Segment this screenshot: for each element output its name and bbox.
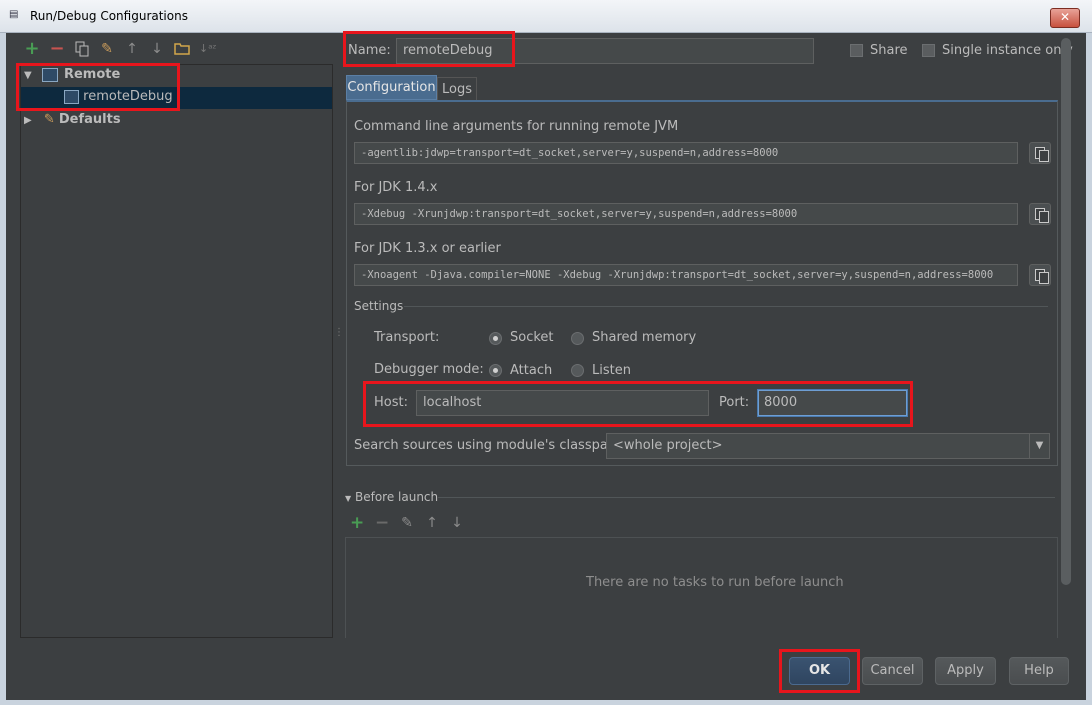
remove-icon[interactable]: − (49, 40, 65, 58)
move-task-up-icon[interactable]: ↑ (425, 515, 439, 531)
window-frame-left (0, 33, 6, 705)
vertical-scrollbar[interactable] (1061, 38, 1071, 585)
window-title: Run/Debug Configurations (30, 9, 188, 23)
search-sources-select[interactable]: <whole project> (606, 433, 1050, 459)
copy-icon[interactable] (74, 41, 90, 57)
search-sources-label: Search sources using module's classpath: (354, 438, 626, 453)
highlight-box-host-port (363, 381, 913, 427)
before-launch-label: Before launch (354, 490, 439, 504)
search-sources-value: <whole project> (613, 438, 723, 453)
jdk14-field[interactable]: -Xdebug -Xrunjdwp:transport=dt_socket,se… (354, 203, 1018, 225)
add-icon[interactable]: + (24, 40, 40, 58)
debugger-listen-radio[interactable] (571, 364, 584, 377)
window-frame-bottom (0, 700, 1092, 705)
splitter-handle[interactable]: ⋮ (334, 328, 344, 346)
jdk13-field[interactable]: -Xnoagent -Djava.compiler=NONE -Xdebug -… (354, 264, 1018, 286)
move-down-icon[interactable]: ↓ (149, 41, 165, 57)
close-button[interactable]: ✕ (1050, 8, 1080, 28)
tree-item-defaults[interactable]: ▶ ✎ Defaults (24, 109, 121, 131)
single-instance-checkbox[interactable] (922, 44, 935, 57)
debugger-attach-radio[interactable] (489, 364, 502, 377)
remove-task-icon[interactable]: − (375, 515, 389, 532)
share-label: Share (870, 43, 908, 58)
copy-cmd-button[interactable] (1029, 142, 1051, 164)
tab-configuration[interactable]: Configuration (346, 75, 437, 100)
debugger-listen-label: Listen (592, 363, 631, 378)
cmd-args-label: Command line arguments for running remot… (354, 119, 679, 134)
chevron-down-icon[interactable]: ▼ (1029, 434, 1049, 458)
move-task-down-icon[interactable]: ↓ (450, 515, 464, 531)
apply-button[interactable]: Apply (935, 657, 996, 685)
transport-socket-label: Socket (510, 330, 554, 345)
jdk14-label: For JDK 1.4.x (354, 180, 438, 195)
move-up-icon[interactable]: ↑ (124, 41, 140, 57)
debugger-attach-label: Attach (510, 363, 553, 378)
intellij-app-icon: ▤ (9, 9, 19, 20)
wrench-icon: ✎ (43, 112, 55, 127)
before-launch-empty-text: There are no tasks to run before launch (586, 575, 844, 590)
before-launch-separator (438, 497, 1055, 498)
transport-label: Transport: (374, 330, 440, 345)
collapse-arrow-icon[interactable]: ▶ (24, 115, 32, 126)
title-bar: ▤ Run/Debug Configurations ✕ (0, 0, 1092, 33)
settings-label: Settings (354, 299, 404, 313)
tree-item-defaults-label: Defaults (58, 112, 121, 127)
collapse-arrow-icon[interactable]: ▼ (345, 494, 351, 503)
jdk13-label: For JDK 1.3.x or earlier (354, 241, 501, 256)
highlight-box-ok (779, 649, 860, 693)
folder-icon[interactable] (174, 41, 190, 57)
before-launch-header[interactable]: ▼ Before launch (345, 490, 438, 504)
highlight-box-name (343, 31, 515, 67)
copy-jdk13-button[interactable] (1029, 264, 1051, 286)
highlight-box-tree (16, 63, 180, 111)
window-frame-right (1086, 33, 1092, 705)
settings-separator (404, 306, 1048, 307)
cmd-args-field[interactable]: -agentlib:jdwp=transport=dt_socket,serve… (354, 142, 1018, 164)
debugger-mode-label: Debugger mode: (374, 362, 484, 377)
cancel-button[interactable]: Cancel (862, 657, 923, 685)
add-task-icon[interactable]: + (350, 515, 364, 532)
configuration-tree (20, 64, 333, 638)
edit-defaults-icon[interactable]: ✎ (99, 41, 115, 57)
edit-task-icon[interactable]: ✎ (400, 515, 414, 531)
copy-jdk14-button[interactable] (1029, 203, 1051, 225)
tab-logs[interactable]: Logs (437, 77, 477, 102)
help-button[interactable]: Help (1009, 657, 1069, 685)
transport-shared-memory-radio[interactable] (571, 332, 584, 345)
transport-shared-memory-label: Shared memory (592, 330, 697, 345)
transport-socket-radio[interactable] (489, 332, 502, 345)
single-instance-label: Single instance only (942, 43, 1073, 58)
sort-icon[interactable]: ↓ᵃᶻ (199, 41, 217, 57)
share-checkbox[interactable] (850, 44, 863, 57)
